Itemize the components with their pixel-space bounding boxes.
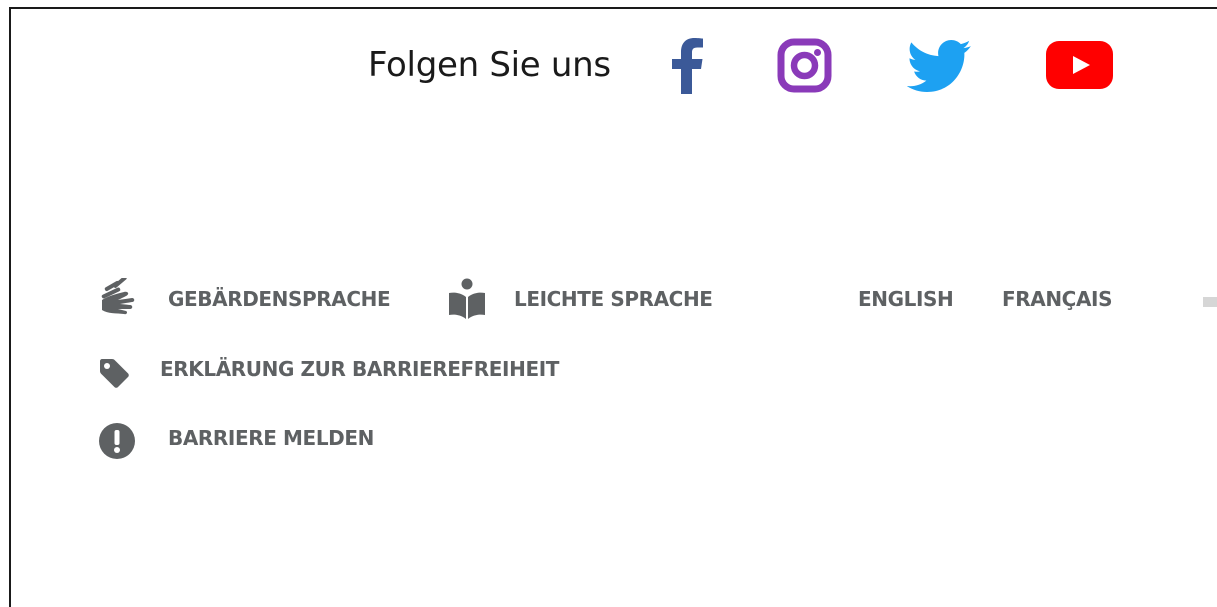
exclamation-icon <box>99 423 135 463</box>
easy-language-link[interactable]: LEICHTE SPRACHE <box>514 285 713 313</box>
language-french-link[interactable]: FRANÇAIS <box>1002 285 1112 313</box>
twitter-icon[interactable] <box>906 40 971 92</box>
sign-language-link[interactable]: GEBÄRDENSPRACHE <box>168 285 391 313</box>
youtube-icon[interactable] <box>1046 41 1113 89</box>
accessibility-statement-link[interactable]: ERKLÄRUNG ZUR BARRIEREFREIHEIT <box>160 355 559 383</box>
instagram-icon[interactable] <box>777 38 832 93</box>
language-english-link[interactable]: ENGLISH <box>858 285 954 313</box>
report-barrier-link[interactable]: BARRIERE MELDEN <box>168 424 374 452</box>
tag-icon <box>98 357 130 393</box>
sign-language-icon <box>98 276 140 324</box>
scroll-indicator <box>1203 297 1217 307</box>
easy-language-book-icon <box>448 278 486 324</box>
social-heading: Folgen Sie uns <box>368 45 611 85</box>
facebook-icon[interactable] <box>670 38 704 94</box>
